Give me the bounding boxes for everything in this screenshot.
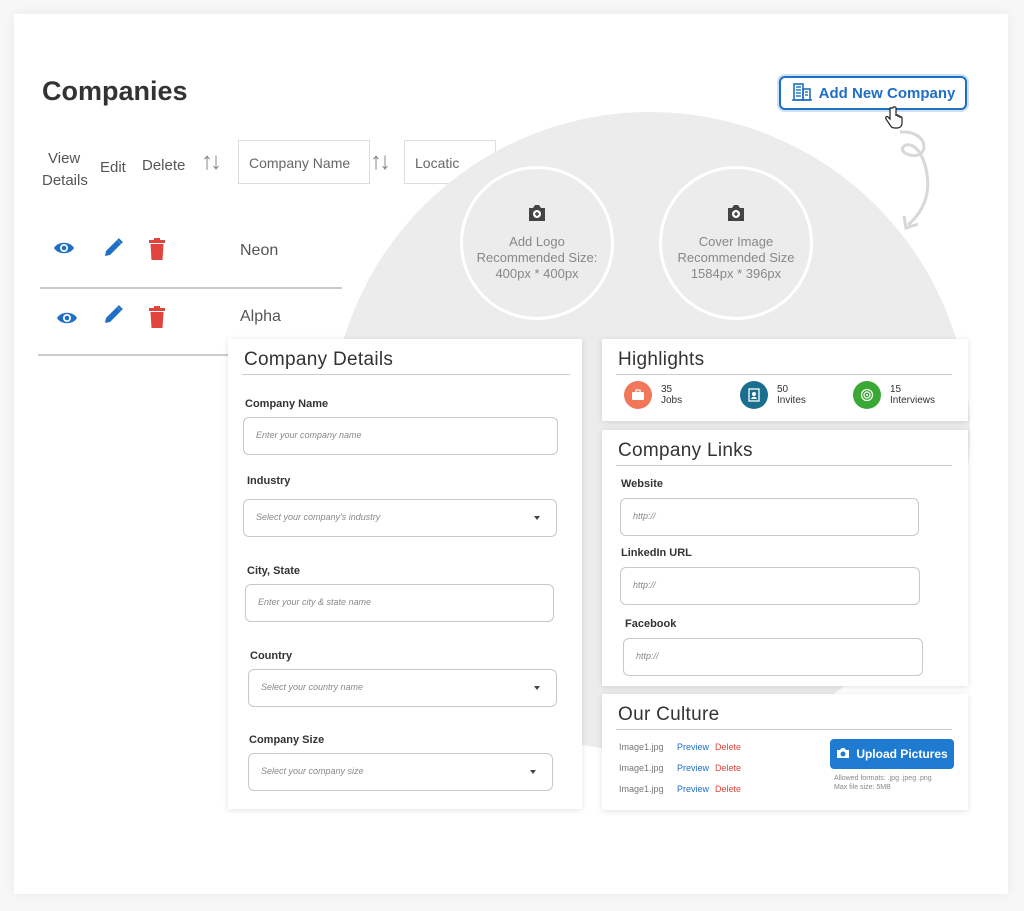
highlights-title: Highlights (618, 349, 705, 370)
highlight-interviews: 15 Interviews (853, 381, 935, 409)
field-label: Website (621, 478, 663, 490)
logo-upload-circle[interactable]: Add Logo Recommended Size: 400px * 400px (460, 166, 614, 320)
company-size-placeholder: Select your company size (261, 766, 364, 776)
company-details-title: Company Details (244, 349, 394, 370)
trash-icon[interactable] (148, 238, 166, 266)
delete-header: Delete (142, 157, 186, 174)
highlight-label: Interviews (890, 395, 936, 406)
contact-book-icon (740, 381, 768, 409)
pencil-icon[interactable] (102, 237, 124, 264)
preview-link[interactable]: Preview (677, 763, 709, 773)
row-divider (38, 354, 238, 356)
trash-icon[interactable] (148, 306, 166, 334)
eye-icon[interactable] (53, 240, 75, 261)
camera-icon (836, 747, 850, 762)
chevron-down-icon (530, 770, 536, 774)
chevron-down-icon (534, 686, 540, 690)
company-row-name[interactable]: Alpha (240, 308, 281, 326)
delete-link[interactable]: Delete (715, 763, 741, 773)
field-label: Company Size (249, 734, 325, 746)
card-divider (242, 374, 570, 375)
field-label: City, State (247, 565, 300, 577)
company-name-filter[interactable]: Company Name (238, 140, 370, 184)
cover-upload-circle[interactable]: Cover Image Recommended Size 1584px * 39… (659, 166, 813, 320)
edit-header: Edit (100, 159, 126, 176)
linkedin-input[interactable]: http:// (620, 567, 920, 605)
cover-upload-size-label: Recommended Size (677, 250, 795, 265)
card-divider (616, 465, 952, 466)
page-title: Companies (42, 76, 188, 106)
add-new-company-button[interactable]: Add New Company (779, 76, 967, 110)
camera-plus-icon (527, 204, 547, 226)
facebook-input[interactable]: http:// (623, 638, 923, 676)
card-divider (616, 374, 952, 375)
our-culture-title: Our Culture (618, 704, 720, 725)
chevron-down-icon (534, 516, 540, 520)
field-label: LinkedIn URL (621, 547, 692, 559)
field-label: Industry (247, 475, 291, 487)
target-icon (853, 381, 881, 409)
delete-link[interactable]: Delete (715, 784, 741, 794)
upload-pictures-button[interactable]: Upload Pictures (830, 739, 954, 769)
camera-plus-icon (726, 204, 746, 226)
delete-link[interactable]: Delete (715, 742, 741, 752)
culture-file-name: Image1.jpg (619, 742, 664, 752)
city-state-input[interactable]: Enter your city & state name (245, 584, 554, 622)
highlight-count: 35 (661, 384, 673, 395)
highlight-count: 15 (890, 384, 902, 395)
allowed-formats-note: Allowed formats: .jpg .jpeg .png (834, 775, 932, 782)
logo-upload-size-label: Recommended Size: (476, 250, 598, 265)
highlight-invites: 50 Invites (740, 381, 806, 409)
country-placeholder: Select your country name (261, 682, 364, 692)
industry-placeholder: Select your company's industry (256, 512, 381, 522)
industry-select[interactable]: Select your company's industry (243, 499, 557, 537)
pencil-icon[interactable] (102, 304, 124, 331)
highlight-label: Invites (777, 395, 806, 406)
company-name-input[interactable]: Enter your company name (243, 417, 558, 455)
max-file-size-note: Max file size: 5MB (834, 784, 891, 791)
company-size-select[interactable]: Select your company size (248, 753, 553, 791)
highlight-label: Jobs (661, 395, 683, 406)
field-label: Country (250, 650, 293, 662)
briefcase-icon (624, 381, 652, 409)
card-divider (616, 729, 952, 730)
row-divider (40, 287, 342, 289)
preview-link[interactable]: Preview (677, 742, 709, 752)
sort-icon[interactable]: ↑↓ (201, 148, 222, 176)
highlight-count: 50 (777, 384, 789, 395)
culture-file-name: Image1.jpg (619, 784, 664, 794)
eye-icon[interactable] (56, 310, 78, 331)
field-label: Company Name (245, 398, 329, 410)
highlight-jobs: 35 Jobs (624, 381, 682, 409)
country-select[interactable]: Select your country name (248, 669, 557, 707)
view-details-header-line1: View (48, 150, 81, 167)
logo-upload-title: Add Logo (509, 234, 565, 249)
upload-pictures-label: Upload Pictures (856, 747, 948, 761)
website-input[interactable]: http:// (620, 498, 919, 536)
company-row-name[interactable]: Neon (240, 242, 278, 260)
preview-link[interactable]: Preview (677, 784, 709, 794)
logo-upload-size: 400px * 400px (495, 266, 579, 281)
sort-icon[interactable]: ↑↓ (370, 148, 391, 176)
cover-upload-size: 1584px * 396px (690, 266, 782, 281)
curved-arrow-icon (890, 120, 940, 240)
culture-file-name: Image1.jpg (619, 763, 664, 773)
cover-upload-title: Cover Image (698, 234, 774, 249)
add-new-company-label: Add New Company (818, 84, 956, 102)
field-label: Facebook (625, 618, 677, 630)
view-details-header-line2: Details (42, 172, 88, 189)
building-icon (791, 80, 813, 106)
company-links-title: Company Links (618, 440, 753, 461)
